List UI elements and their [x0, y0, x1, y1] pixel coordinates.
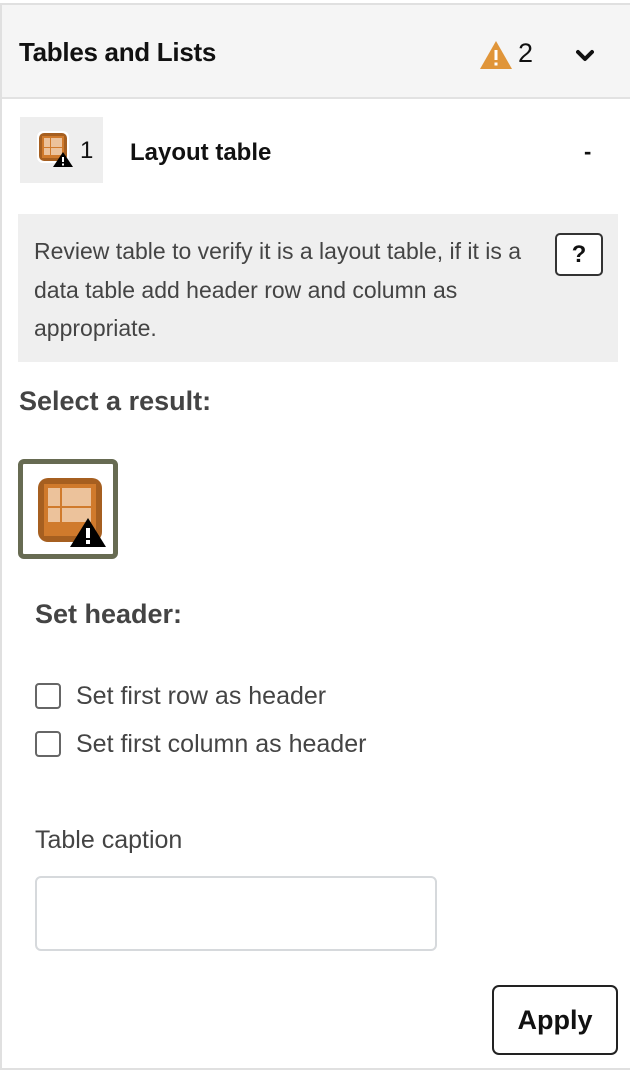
issue-title: Layout table [130, 139, 272, 166]
section-header[interactable]: Tables and Lists 2 [2, 5, 630, 99]
layout-table-warning-icon [38, 478, 106, 547]
first-column-header-checkbox[interactable] [35, 731, 61, 757]
first-row-header-checkbox[interactable] [35, 683, 61, 709]
first-row-header-option[interactable]: Set first row as header [35, 679, 326, 713]
warning-triangle-icon [480, 41, 512, 69]
issue-status: - [584, 139, 592, 164]
apply-button[interactable]: Apply [492, 985, 618, 1055]
help-box: Review table to verify it is a layout ta… [18, 214, 618, 362]
section-title: Tables and Lists [19, 37, 216, 67]
table-caption-label: Table caption [35, 826, 183, 854]
help-text: Review table to verify it is a layout ta… [34, 238, 522, 341]
select-result-label: Select a result: [19, 386, 212, 416]
chevron-down-icon[interactable] [576, 49, 594, 63]
first-column-header-option[interactable]: Set first column as header [35, 727, 366, 761]
set-header-label: Set header: [35, 599, 183, 629]
help-button[interactable]: ? [555, 233, 603, 276]
first-column-header-label: Set first column as header [76, 729, 367, 758]
result-option-layout-table[interactable] [18, 459, 118, 559]
issue-row[interactable]: 1 Layout table - [2, 101, 630, 191]
layout-table-warning-icon [37, 131, 73, 167]
issue-icon-box: 1 [20, 117, 103, 183]
warning-count: 2 [518, 38, 534, 68]
table-caption-input[interactable] [35, 876, 437, 951]
issue-count: 1 [80, 137, 94, 164]
first-row-header-label: Set first row as header [76, 681, 327, 710]
tables-and-lists-panel: Tables and Lists 2 1 Layout table - Revi… [0, 3, 630, 1070]
